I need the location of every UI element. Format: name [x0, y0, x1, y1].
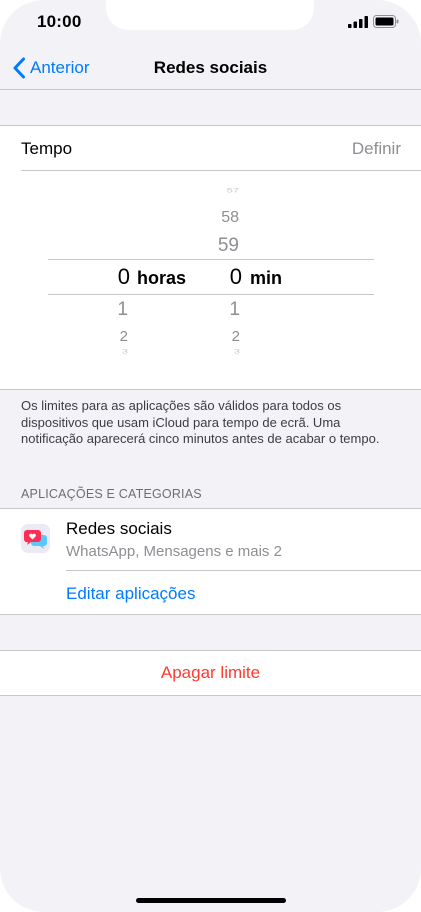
status-time: 10:00	[37, 12, 82, 31]
minute-option[interactable]: 2	[212, 328, 240, 345]
tempo-label: Tempo	[21, 139, 73, 158]
hours-unit-label: horas	[137, 268, 187, 288]
hour-option[interactable]: 3	[100, 349, 128, 356]
home-indicator[interactable]	[136, 898, 286, 903]
apps-section: Redes sociais WhatsApp, Mensagens e mais…	[0, 508, 421, 615]
delete-limit-button[interactable]: Apagar limite	[0, 663, 421, 683]
status-bar: 10:00	[0, 0, 421, 46]
hour-option[interactable]: 1	[100, 299, 128, 321]
apps-section-header: APLICAÇÕES E CATEGORIAS	[21, 487, 202, 501]
hour-option[interactable]: 2	[100, 328, 128, 345]
category-apps-summary: WhatsApp, Mensagens e mais 2	[66, 543, 282, 560]
tempo-row[interactable]: Tempo Definir	[0, 126, 421, 170]
minute-option[interactable]: 1	[212, 299, 240, 321]
delete-section: Apagar limite	[0, 650, 421, 696]
edit-apps-button[interactable]: Editar aplicações	[66, 584, 195, 604]
minute-option[interactable]: 58	[205, 209, 239, 227]
define-button[interactable]: Definir	[352, 139, 401, 159]
divider	[66, 570, 421, 571]
category-name: Redes sociais	[66, 519, 172, 538]
time-limit-section: Tempo Definir 57 58 59 0 horas 0 min 1 2…	[0, 125, 421, 390]
minutes-selected-value[interactable]: 0	[212, 264, 242, 290]
battery-icon	[373, 15, 399, 28]
page-title: Redes sociais	[153, 58, 268, 77]
navigation-bar: Anterior Redes sociais	[0, 46, 421, 90]
social-chat-bubbles-icon	[21, 524, 50, 553]
minute-option[interactable]: 3	[212, 349, 240, 356]
minute-option[interactable]: 57	[205, 188, 239, 195]
notch	[106, 0, 314, 30]
picker-selection-top-line	[48, 259, 374, 260]
time-picker[interactable]: 57 58 59 0 horas 0 min 1 2 3 1 2 3	[0, 171, 421, 371]
minute-option[interactable]: 59	[205, 235, 239, 257]
phone-screen: 10:00 Anterior Redes sociais Tempo Defin…	[0, 0, 421, 912]
hours-selected-value[interactable]: 0	[100, 264, 130, 290]
signal-bars-icon	[348, 16, 368, 28]
limit-info-text: Os limites para as aplicações são válido…	[21, 398, 380, 446]
minutes-unit-label: min	[250, 268, 283, 288]
picker-selection-bottom-line	[48, 294, 374, 295]
